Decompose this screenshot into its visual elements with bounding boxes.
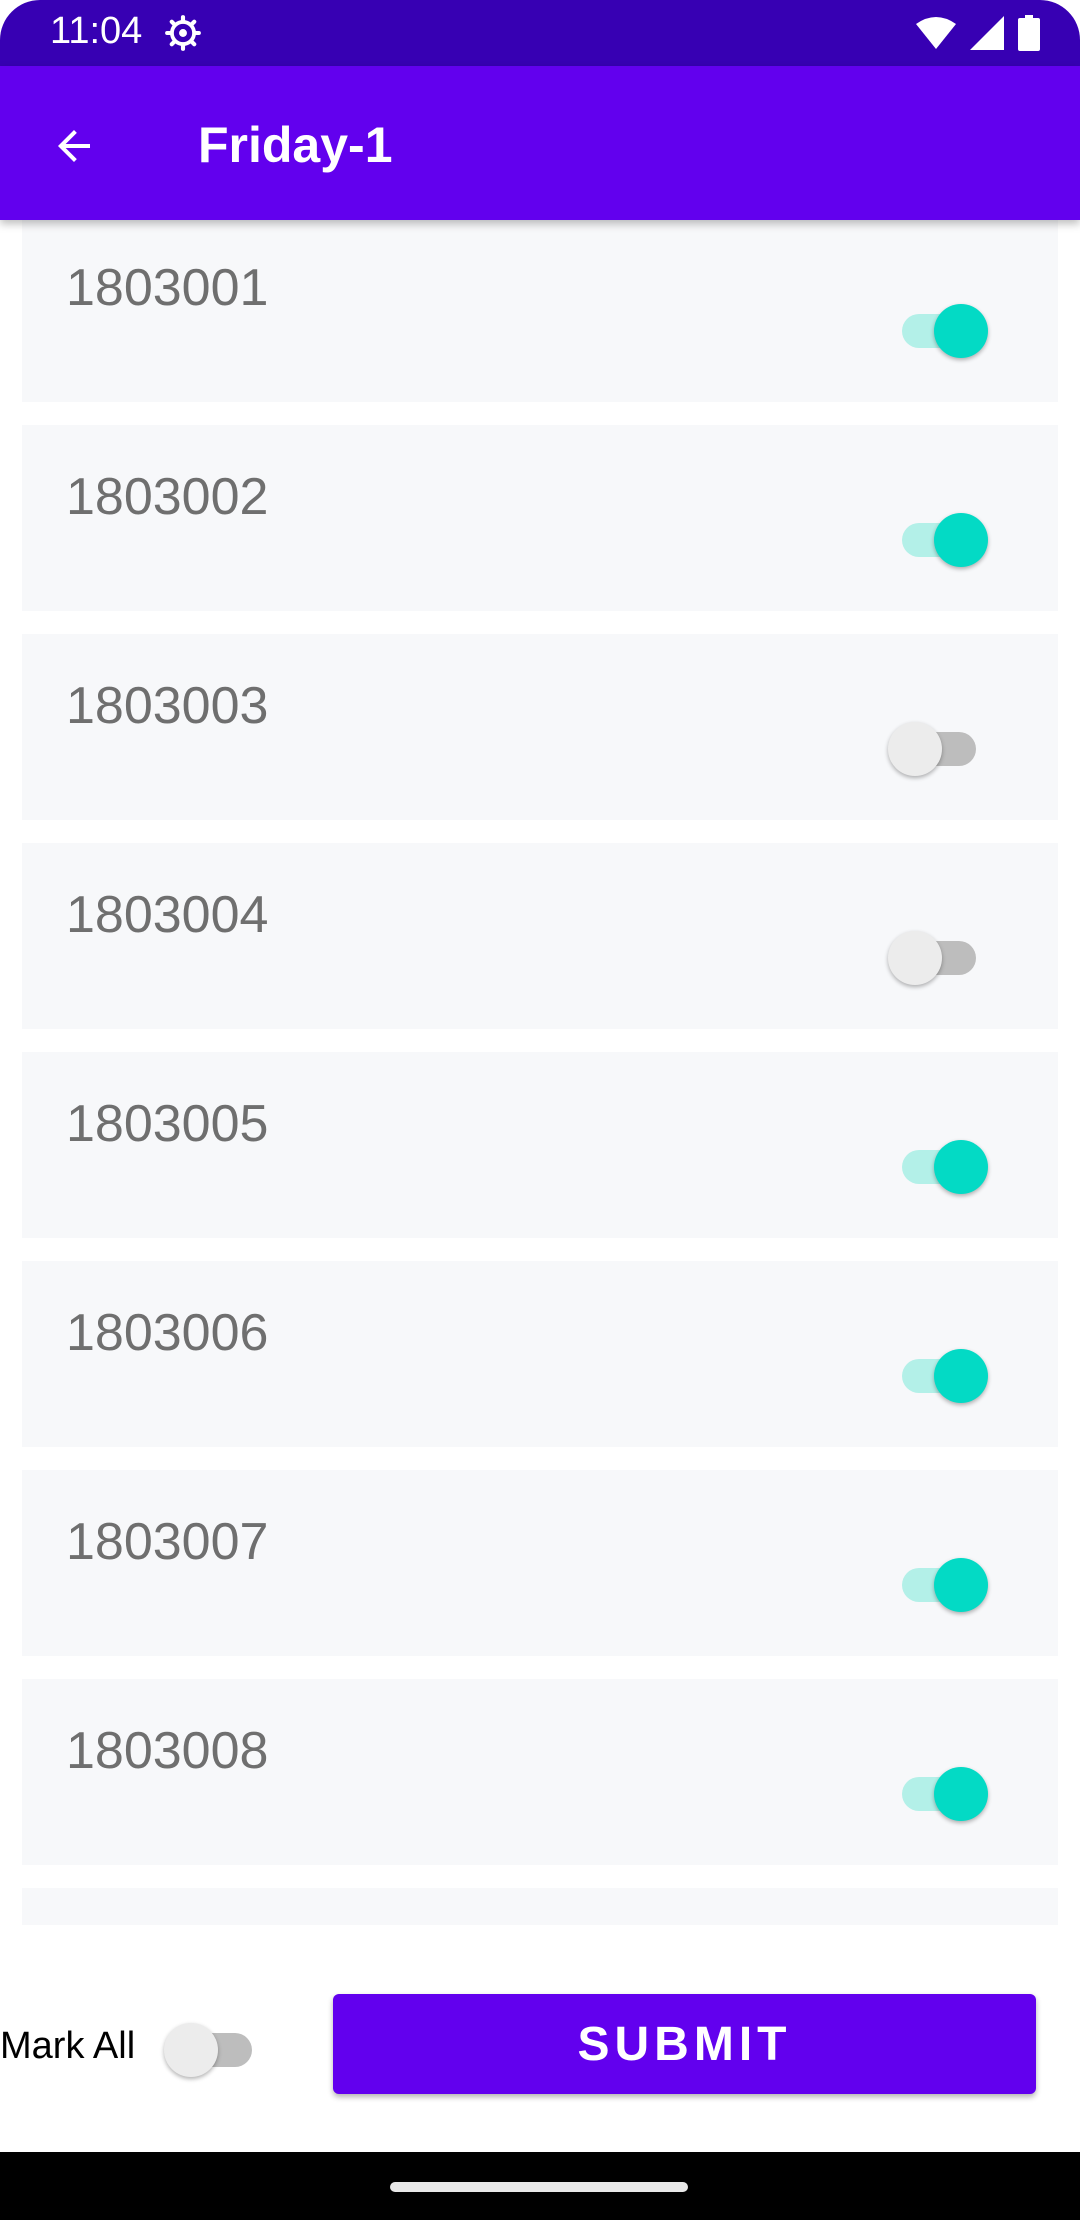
status-bar: 11:04 <box>0 0 1080 66</box>
attendance-toggle[interactable] <box>894 505 988 567</box>
student-id-label: 1803003 <box>66 677 269 735</box>
list-item: 1803008 <box>22 1679 1058 1865</box>
list-item: 1803004 <box>22 843 1058 1029</box>
status-time: 11:04 <box>50 10 143 52</box>
switch-thumb <box>934 1558 988 1612</box>
home-indicator[interactable] <box>390 2182 688 2192</box>
attendance-toggle[interactable] <box>888 923 984 985</box>
settings-icon <box>165 15 201 51</box>
attendance-toggle[interactable] <box>894 296 988 358</box>
mark-all-toggle[interactable] <box>164 2015 260 2077</box>
attendance-toggle[interactable] <box>894 1759 988 1821</box>
switch-thumb <box>164 2023 218 2077</box>
switch-thumb <box>934 1349 988 1403</box>
attendance-toggle[interactable] <box>888 714 984 776</box>
list-item: 1803002 <box>22 425 1058 611</box>
battery-icon <box>1018 15 1040 51</box>
switch-thumb <box>934 1767 988 1821</box>
student-id-label: 1803007 <box>66 1513 269 1571</box>
student-id-label: 1803002 <box>66 468 269 526</box>
attendance-toggle[interactable] <box>894 1341 988 1403</box>
attendance-toggle[interactable] <box>894 1550 988 1612</box>
signal-icon <box>970 16 1004 50</box>
bottom-action-bar: Mark All SUBMIT <box>0 1925 1080 2152</box>
arrow-back-icon <box>58 130 90 162</box>
student-id-label: 1803001 <box>66 259 269 317</box>
switch-thumb <box>934 304 988 358</box>
switch-thumb <box>934 513 988 567</box>
list-item: 1803001 <box>22 220 1058 402</box>
back-button[interactable] <box>44 116 104 176</box>
list-item: 1803007 <box>22 1470 1058 1656</box>
student-id-label: 1803005 <box>66 1095 269 1153</box>
student-id-label: 1803004 <box>66 886 269 944</box>
student-id-label: 1803006 <box>66 1304 269 1362</box>
attendance-toggle[interactable] <box>894 1132 988 1194</box>
wifi-icon <box>916 17 956 49</box>
switch-thumb <box>934 1140 988 1194</box>
page-title: Friday-1 <box>198 117 393 173</box>
list-item: 1803005 <box>22 1052 1058 1238</box>
system-nav-bar <box>0 2152 1080 2220</box>
list-item: 1803006 <box>22 1261 1058 1447</box>
student-id-label: 1803008 <box>66 1722 269 1780</box>
status-icons <box>916 14 1040 52</box>
switch-thumb <box>888 722 942 776</box>
app-bar: Friday-1 <box>0 66 1080 220</box>
list-item: 1803003 <box>22 634 1058 820</box>
submit-button[interactable]: SUBMIT <box>333 1994 1036 2094</box>
student-list[interactable]: 1803001 1803002 1803003 1803004 1803005 18030… <box>0 220 1080 1925</box>
mark-all-label: Mark All <box>0 2025 136 2067</box>
list-item <box>22 1888 1058 1925</box>
switch-thumb <box>888 931 942 985</box>
